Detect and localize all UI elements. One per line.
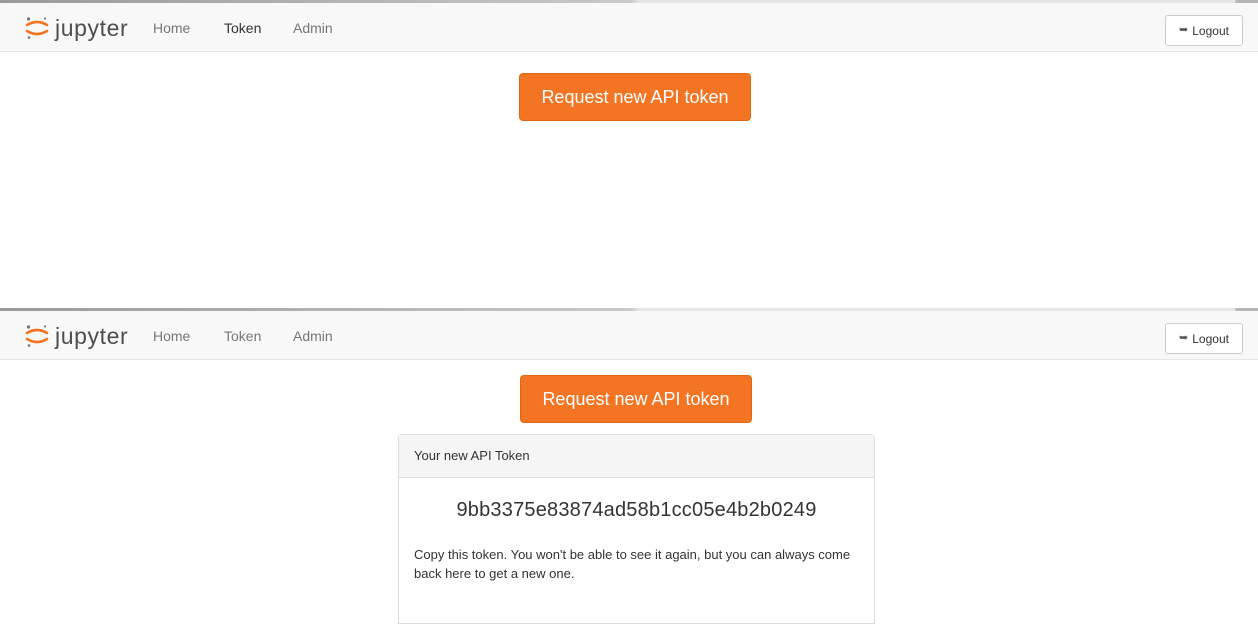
panel-heading: Your new API Token [399, 435, 874, 478]
nav-token[interactable]: Token [224, 328, 261, 344]
logout-button[interactable]: ➥ Logout [1165, 15, 1243, 46]
nav-home[interactable]: Home [153, 328, 190, 344]
nav-admin[interactable]: Admin [293, 328, 333, 344]
jupyter-logo-icon [25, 17, 49, 39]
logout-label: Logout [1192, 331, 1229, 346]
token-page-after: jupyter Home Token Admin ➥ Logout Reques… [0, 308, 1258, 624]
navbar: jupyter Home Token Admin ➥ Logout [0, 311, 1258, 360]
nav-token[interactable]: Token [224, 20, 261, 36]
jupyter-wordmark: jupyter [55, 14, 129, 41]
logout-label: Logout [1192, 23, 1229, 38]
jupyter-wordmark: jupyter [55, 322, 129, 349]
navbar: jupyter Home Token Admin ➥ Logout [0, 3, 1258, 52]
token-note: Copy this token. You won't be able to se… [414, 547, 851, 581]
request-token-button[interactable]: Request new API token [520, 375, 752, 423]
jupyter-logo[interactable]: jupyter [25, 322, 145, 350]
jupyter-logo-icon [25, 325, 49, 347]
logout-button[interactable]: ➥ Logout [1165, 323, 1243, 354]
api-token-value[interactable]: 9bb3375e83874ad58b1cc05e4b2b0249 [399, 499, 874, 522]
request-token-button[interactable]: Request new API token [519, 73, 751, 121]
token-panel: Your new API Token 9bb3375e83874ad58b1cc… [398, 434, 875, 624]
nav-admin[interactable]: Admin [293, 20, 333, 36]
sign-out-icon: ➥ [1179, 332, 1189, 344]
token-page-before: jupyter Home Token Admin ➥ Logout Reques… [0, 0, 1258, 308]
nav-home[interactable]: Home [153, 20, 190, 36]
sign-out-icon: ➥ [1179, 24, 1189, 36]
jupyter-logo[interactable]: jupyter [25, 14, 145, 42]
